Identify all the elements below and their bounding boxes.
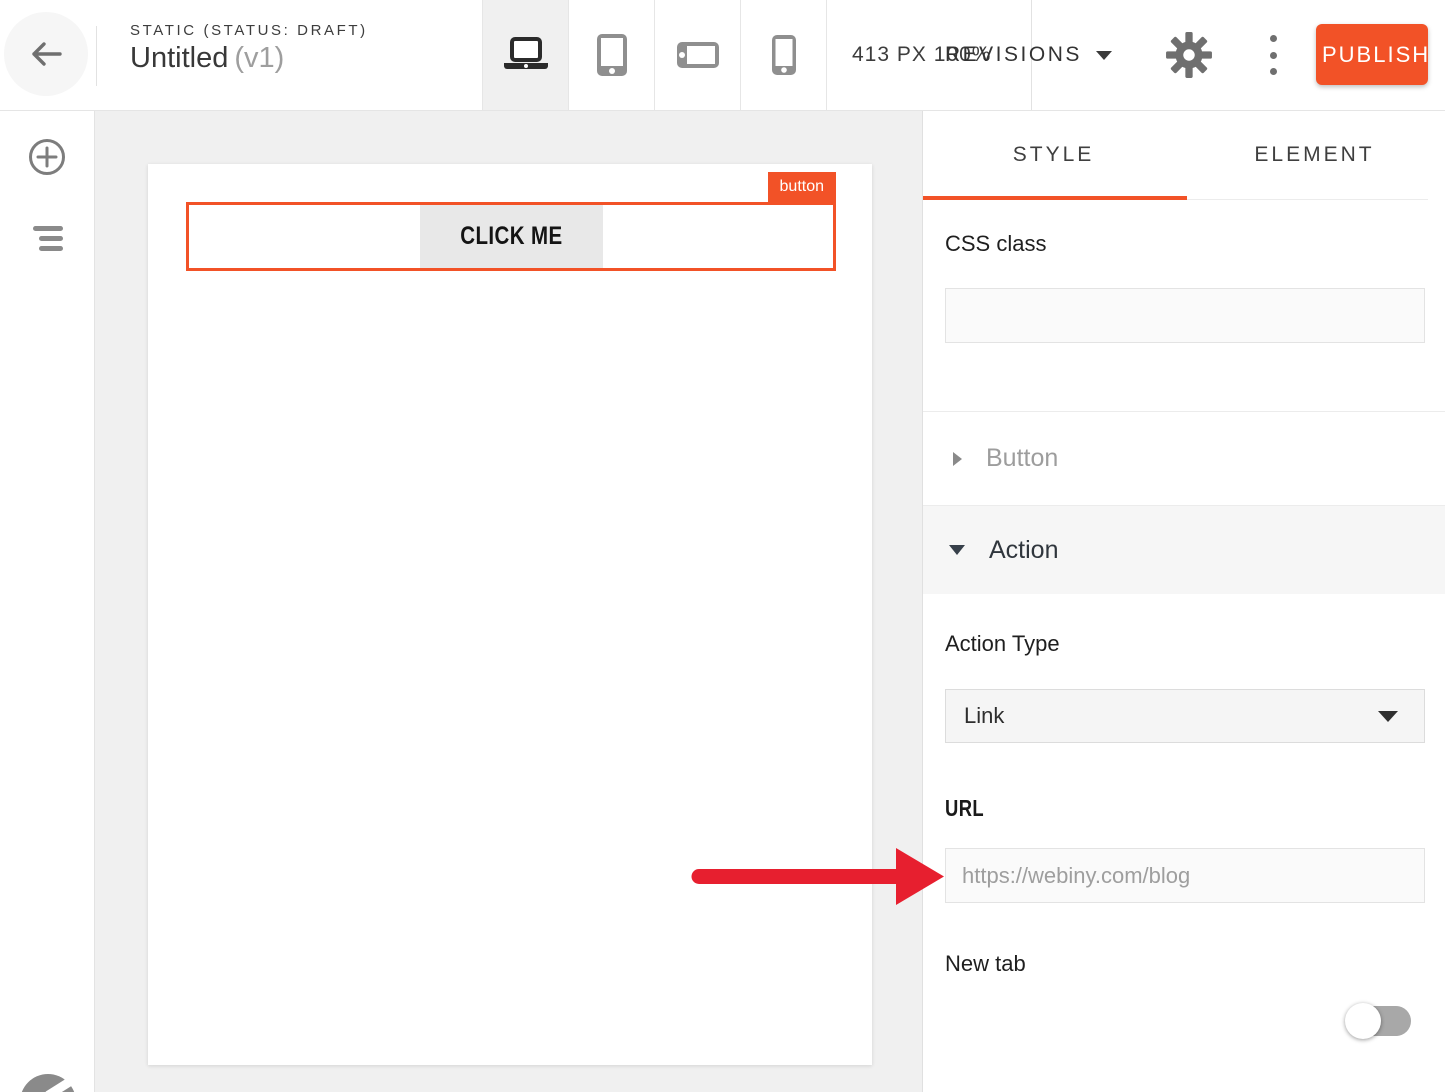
url-input[interactable]	[945, 848, 1425, 903]
tab-style[interactable]: STYLE	[923, 110, 1184, 200]
settings-button[interactable]	[1165, 31, 1213, 79]
section-button-label: Button	[986, 444, 1058, 473]
kebab-dot	[1270, 52, 1277, 59]
action-type-value: Link	[964, 703, 1004, 729]
css-class-label: CSS class	[945, 231, 1046, 257]
topbar: STATIC (STATUS: DRAFT) Untitled(v1)	[0, 0, 1445, 111]
kebab-dot	[1270, 68, 1277, 75]
button-element[interactable]: CLICK ME	[420, 205, 603, 268]
page-version: (v1)	[234, 42, 284, 74]
element-type-badge: button	[768, 172, 836, 202]
laptop-icon	[500, 36, 552, 74]
chevron-down-icon	[1096, 51, 1112, 60]
new-tab-label: New tab	[945, 951, 1026, 977]
device-desktop-button[interactable]	[482, 0, 568, 110]
plus-circle-icon	[28, 138, 66, 176]
device-switcher	[482, 0, 827, 110]
page-title: Untitled	[130, 42, 228, 74]
section-action[interactable]: Action	[923, 506, 1445, 594]
gear-icon	[1165, 31, 1213, 79]
divider	[96, 26, 97, 86]
revisions-label: REVISIONS	[945, 43, 1082, 67]
left-toolbar	[0, 110, 95, 1092]
back-button[interactable]	[4, 12, 88, 96]
device-mobile-landscape-button[interactable]	[654, 0, 740, 110]
element-tree-button[interactable]	[33, 226, 63, 252]
device-mobile-portrait-button[interactable]	[740, 0, 827, 110]
toggle-thumb	[1345, 1003, 1381, 1039]
arrow-left-icon	[29, 40, 63, 68]
tablet-icon	[596, 33, 628, 77]
url-label: URL	[945, 795, 994, 822]
new-tab-toggle[interactable]	[1347, 1006, 1411, 1036]
more-options-button[interactable]	[1266, 35, 1280, 75]
add-element-button[interactable]	[28, 138, 66, 176]
selected-element-outline[interactable]: button CLICK ME	[186, 202, 836, 271]
panel-tabs: STYLE ELEMENT	[923, 110, 1445, 200]
section-button[interactable]: Button	[923, 412, 1445, 505]
section-action-label: Action	[989, 536, 1058, 565]
button-element-label: CLICK ME	[460, 222, 562, 251]
help-icon[interactable]	[20, 1074, 76, 1092]
page-status-label: STATIC (STATUS: DRAFT)	[130, 22, 368, 39]
page-preview[interactable]: button CLICK ME	[148, 164, 872, 1065]
chevron-right-icon	[953, 452, 962, 466]
editor-canvas: button CLICK ME	[95, 110, 922, 1092]
css-class-input[interactable]	[945, 288, 1425, 343]
phone-landscape-icon	[676, 41, 720, 69]
chevron-down-icon	[949, 545, 965, 555]
right-panel: STYLE ELEMENT CSS class Button Action Ac…	[922, 110, 1445, 1092]
active-tab-indicator	[923, 196, 1187, 200]
action-type-select[interactable]: Link	[945, 689, 1425, 743]
revisions-dropdown[interactable]: REVISIONS	[945, 0, 1112, 110]
tree-icon	[33, 226, 63, 231]
kebab-dot	[1270, 35, 1277, 42]
device-tablet-button[interactable]	[568, 0, 654, 110]
chevron-down-icon	[1378, 711, 1398, 722]
publish-button[interactable]: PUBLISH	[1316, 24, 1428, 85]
webiny-page-builder: STATIC (STATUS: DRAFT) Untitled(v1)	[0, 0, 1445, 1092]
action-type-label: Action Type	[945, 631, 1060, 657]
page-title-block: STATIC (STATUS: DRAFT) Untitled(v1)	[130, 22, 368, 75]
tab-element[interactable]: ELEMENT	[1184, 110, 1445, 200]
phone-portrait-icon	[771, 34, 797, 76]
